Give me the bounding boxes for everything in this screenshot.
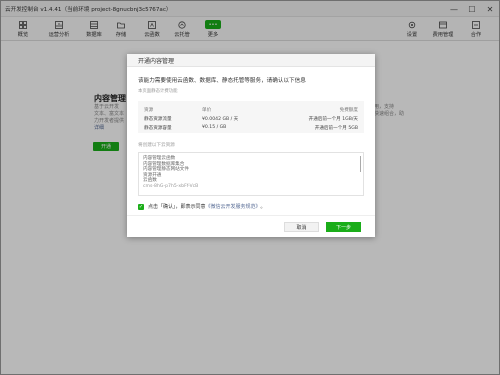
- pricing-row: 静态资源容量 ¥0.15 / GB 开通后前一个月 5GB: [144, 123, 358, 132]
- pricing-header-row: 资源 单价 免费额度: [144, 105, 358, 114]
- dialog-body: 该能力需要使用云函数、数据库、静态托管等服务，请确认以下信息 本页面静态计费功能…: [127, 76, 375, 210]
- scrollbar[interactable]: [360, 156, 361, 172]
- dialog-footer: 取消 下一步: [127, 215, 375, 237]
- pricing-cell: ¥0.0042 GB / 天: [202, 116, 239, 122]
- pricing-header: 资源: [144, 107, 154, 113]
- agreement-row: ✓ 点击「确认」，即表示同意 《微信云开发服务规范》 。: [138, 203, 364, 210]
- terms-link[interactable]: 《微信云开发服务规范》: [206, 203, 261, 210]
- next-button[interactable]: 下一步: [326, 222, 361, 232]
- resources-label: 将创建以下云资源: [138, 143, 175, 148]
- agree-checkbox[interactable]: ✓: [138, 203, 144, 210]
- pricing-cell: 静态资源容量: [144, 125, 172, 131]
- dialog-title: 开通内容管理: [138, 57, 175, 65]
- agreement-text: 点击「确认」，即表示同意: [148, 204, 206, 210]
- pricing-header: 单价: [202, 107, 212, 113]
- pricing-cell: 静态资源流量: [144, 116, 172, 122]
- dialog-subtext: 本页面静态计费功能: [138, 89, 178, 94]
- agreement-suffix: 。: [260, 204, 266, 210]
- pricing-header: 免费额度: [339, 107, 358, 113]
- pricing-table: 资源 单价 免费额度 静态资源流量 ¥0.0042 GB / 天 开通后前一个月…: [138, 101, 364, 133]
- enable-cms-dialog: 开通内容管理 该能力需要使用云函数、数据库、静态托管等服务，请确认以下信息 本页…: [127, 54, 375, 237]
- pricing-cell: 开通后前一个月 5GB: [314, 125, 358, 131]
- cancel-button[interactable]: 取消: [284, 222, 319, 232]
- dialog-header: 开通内容管理: [127, 54, 375, 67]
- environment-id: cms-8hG-p7h5-xbFf-VcB: [143, 183, 199, 189]
- resources-list[interactable]: 内容管理云函数 内容管理数据库集合 内容管理静态网站文件 资源开通 云函数 cm…: [138, 152, 364, 196]
- dialog-intro: 该能力需要使用云函数、数据库、静态托管等服务，请确认以下信息: [138, 78, 306, 84]
- pricing-cell: 开通后前一个月 1GB/天: [308, 116, 358, 122]
- pricing-cell: ¥0.15 / GB: [202, 125, 227, 130]
- pricing-row: 静态资源流量 ¥0.0042 GB / 天 开通后前一个月 1GB/天: [144, 114, 358, 123]
